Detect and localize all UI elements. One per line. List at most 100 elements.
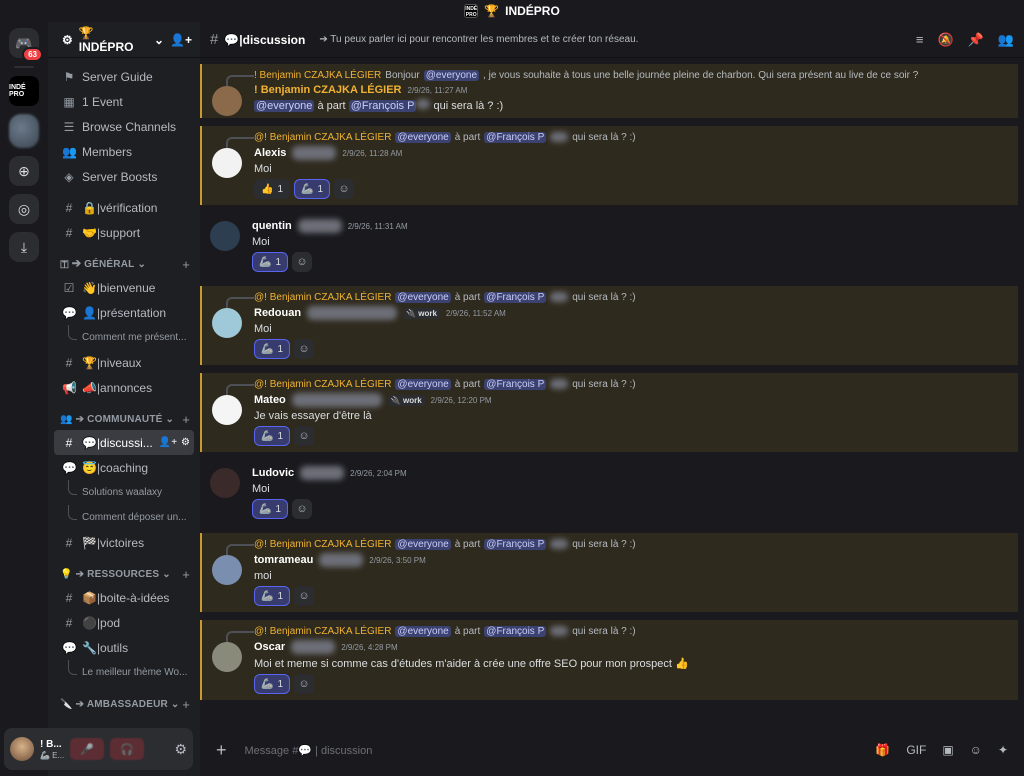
notification-bell-icon[interactable]: 🔕: [937, 32, 953, 48]
gift-icon[interactable]: 🎁: [875, 743, 890, 757]
add-reaction-button[interactable]: ☺: [294, 586, 315, 606]
author-name[interactable]: Alexis: [254, 147, 286, 159]
thread-item[interactable]: Comment déposer un...: [48, 505, 200, 530]
author-name[interactable]: Oscar: [254, 641, 285, 653]
reply-preview[interactable]: @! Benjamin CZAJKA LÉGIER @everyone à part…: [226, 377, 1008, 396]
channel-victoires[interactable]: # 🏁|victoires: [48, 530, 200, 555]
user-info[interactable]: ! B... 🦾 E...: [40, 739, 64, 760]
add-channel-icon[interactable]: +: [182, 697, 190, 712]
category-ressources[interactable]: 💡 ➔ RESSOURCES ⌄ +: [48, 563, 200, 585]
mention[interactable]: @everyone: [395, 291, 451, 303]
add-channel-icon[interactable]: +: [182, 567, 190, 582]
gear-icon[interactable]: ⚙: [181, 437, 190, 448]
add-channel-icon[interactable]: +: [182, 257, 190, 272]
reaction-button[interactable]: 🦾 1: [254, 339, 291, 359]
add-server-button[interactable]: ⊕: [9, 156, 39, 186]
message[interactable]: @! Benjamin CZAJKA LÉGIER @everyone à part…: [200, 126, 1018, 205]
add-reaction-button[interactable]: ☺: [292, 252, 313, 272]
user-settings-button[interactable]: ⚙: [174, 741, 187, 758]
guild-header[interactable]: ⚙ 🏆 INDÉPRO ⌄ 👤+: [48, 22, 200, 58]
channel-niveaux[interactable]: # 🏆|niveaux: [48, 350, 200, 375]
channel-bienvenue[interactable]: ☑ 👋|bienvenue: [48, 275, 200, 300]
reply-preview[interactable]: @! Benjamin CZAJKA LÉGIER @everyone à part…: [226, 290, 1008, 309]
reaction-button[interactable]: 👍 1: [254, 179, 291, 199]
author-name[interactable]: Redouan: [254, 307, 301, 319]
deafen-button[interactable]: 🎧: [110, 738, 145, 760]
server-blurred[interactable]: [9, 114, 39, 148]
mention[interactable]: @everyone: [423, 69, 480, 81]
thread-item[interactable]: Le meilleur thème Wo...: [48, 660, 200, 685]
add-reaction-button[interactable]: ☺: [292, 499, 313, 519]
reaction-button[interactable]: 🦾 1: [252, 499, 289, 519]
threads-icon[interactable]: ≡: [916, 32, 924, 48]
channel-verification[interactable]: # 🔒|vérification: [48, 195, 200, 220]
add-reaction-button[interactable]: ☺: [334, 179, 355, 199]
avatar[interactable]: [212, 86, 242, 116]
mention[interactable]: @François P: [484, 291, 547, 303]
mention[interactable]: @everyone: [395, 538, 451, 550]
message[interactable]: quentin 2/9/26, 11:31 AM Moi 🦾 1 ☺: [200, 213, 1018, 278]
author-name[interactable]: quentin: [252, 220, 292, 232]
channel-boite-a-idees[interactable]: # 📦|boite-à-idées: [48, 585, 200, 610]
message[interactable]: @! Benjamin CZAJKA LÉGIER @everyone à part…: [200, 533, 1018, 612]
channel-annonces[interactable]: 📢 📣|annonces: [48, 375, 200, 400]
reaction-button[interactable]: 🦾 1: [254, 586, 291, 606]
author-name[interactable]: tomrameau: [254, 554, 313, 566]
channel-discussion[interactable]: # 💬|discussi... 👤+ ⚙: [54, 430, 194, 455]
server-boosts[interactable]: ◈ Server Boosts: [48, 164, 200, 189]
mention[interactable]: @everyone: [395, 625, 451, 637]
emoji-icon[interactable]: ☺: [970, 743, 982, 757]
browse-channels[interactable]: ☰ Browse Channels: [48, 114, 200, 139]
mention[interactable]: @François P: [484, 131, 547, 143]
avatar[interactable]: [212, 642, 242, 672]
message[interactable]: Ludovic 2/9/26, 2:04 PM Moi 🦾 1 ☺: [200, 460, 1018, 525]
message-composer[interactable]: + Message #💬 | discussion 🎁 GIF ▣ ☺ ✦: [206, 736, 1018, 764]
message[interactable]: @! Benjamin CZAJKA LÉGIER @everyone à part…: [200, 286, 1018, 365]
message-list[interactable]: ! Benjamin CZAJKA LÉGIER Bonjour @everyone…: [200, 64, 1018, 728]
avatar[interactable]: [212, 395, 242, 425]
server-guide[interactable]: ⚑ Server Guide: [48, 64, 200, 89]
mention[interactable]: @everyone: [395, 131, 451, 143]
mention[interactable]: @everyone: [254, 100, 315, 112]
avatar[interactable]: [212, 555, 242, 585]
invite-icon[interactable]: 👤+: [159, 437, 177, 448]
author-name[interactable]: Ludovic: [252, 467, 294, 479]
message-input[interactable]: Message #💬 | discussion: [245, 744, 373, 757]
reaction-button[interactable]: 🦾 1: [294, 179, 331, 199]
message[interactable]: @! Benjamin CZAJKA LÉGIER @everyone à part…: [200, 620, 1018, 700]
mention[interactable]: @François P: [484, 625, 547, 637]
discover-button[interactable]: ◎: [9, 194, 39, 224]
mention[interactable]: @François P: [348, 100, 417, 112]
channel-pod[interactable]: # ⚫|pod: [48, 610, 200, 635]
server-tag[interactable]: 🔌 work: [387, 394, 425, 406]
add-reaction-button[interactable]: ☺: [294, 339, 315, 359]
add-reaction-button[interactable]: ☺: [294, 426, 315, 446]
author-name[interactable]: Mateo: [254, 394, 286, 406]
mute-button[interactable]: 🎤: [70, 738, 105, 760]
thread-item[interactable]: Comment me présent...: [48, 325, 200, 350]
events[interactable]: ▦ 1 Event: [48, 89, 200, 114]
apps-icon[interactable]: ✦: [998, 743, 1008, 757]
direct-messages-button[interactable]: 🎮 63: [9, 28, 43, 62]
reaction-button[interactable]: 🦾 1: [252, 252, 289, 272]
channel-support[interactable]: # 🤝|support: [48, 220, 200, 245]
channel-presentation[interactable]: 💬 👤|présentation: [48, 300, 200, 325]
upload-plus-icon[interactable]: +: [216, 740, 227, 761]
members[interactable]: 👥 Members: [48, 139, 200, 164]
avatar[interactable]: [212, 148, 242, 178]
mention[interactable]: @François P: [484, 538, 547, 550]
avatar[interactable]: [212, 308, 242, 338]
server-tag[interactable]: 🔌 work: [403, 307, 440, 319]
server-indepro[interactable]: INDÉ PRO: [9, 76, 39, 106]
reply-preview[interactable]: @! Benjamin CZAJKA LÉGIER @everyone à part…: [226, 130, 1008, 149]
channel-coaching[interactable]: 💬 😇|coaching: [48, 455, 200, 480]
category-communaute[interactable]: 👥 ➔ COMMUNAUTÉ ⌄ +: [48, 408, 200, 430]
add-channel-icon[interactable]: +: [182, 412, 190, 427]
add-reaction-button[interactable]: ☺: [294, 674, 315, 694]
sticker-icon[interactable]: ▣: [942, 743, 953, 757]
message[interactable]: @! Benjamin CZAJKA LÉGIER @everyone à part…: [200, 373, 1018, 452]
pin-icon[interactable]: 📌: [968, 32, 984, 48]
category-general[interactable]: 🇹 ➔ GÉNÉRAL ⌄ +: [48, 253, 200, 275]
gif-icon[interactable]: GIF: [906, 743, 926, 757]
reaction-button[interactable]: 🦾 1: [254, 674, 291, 694]
